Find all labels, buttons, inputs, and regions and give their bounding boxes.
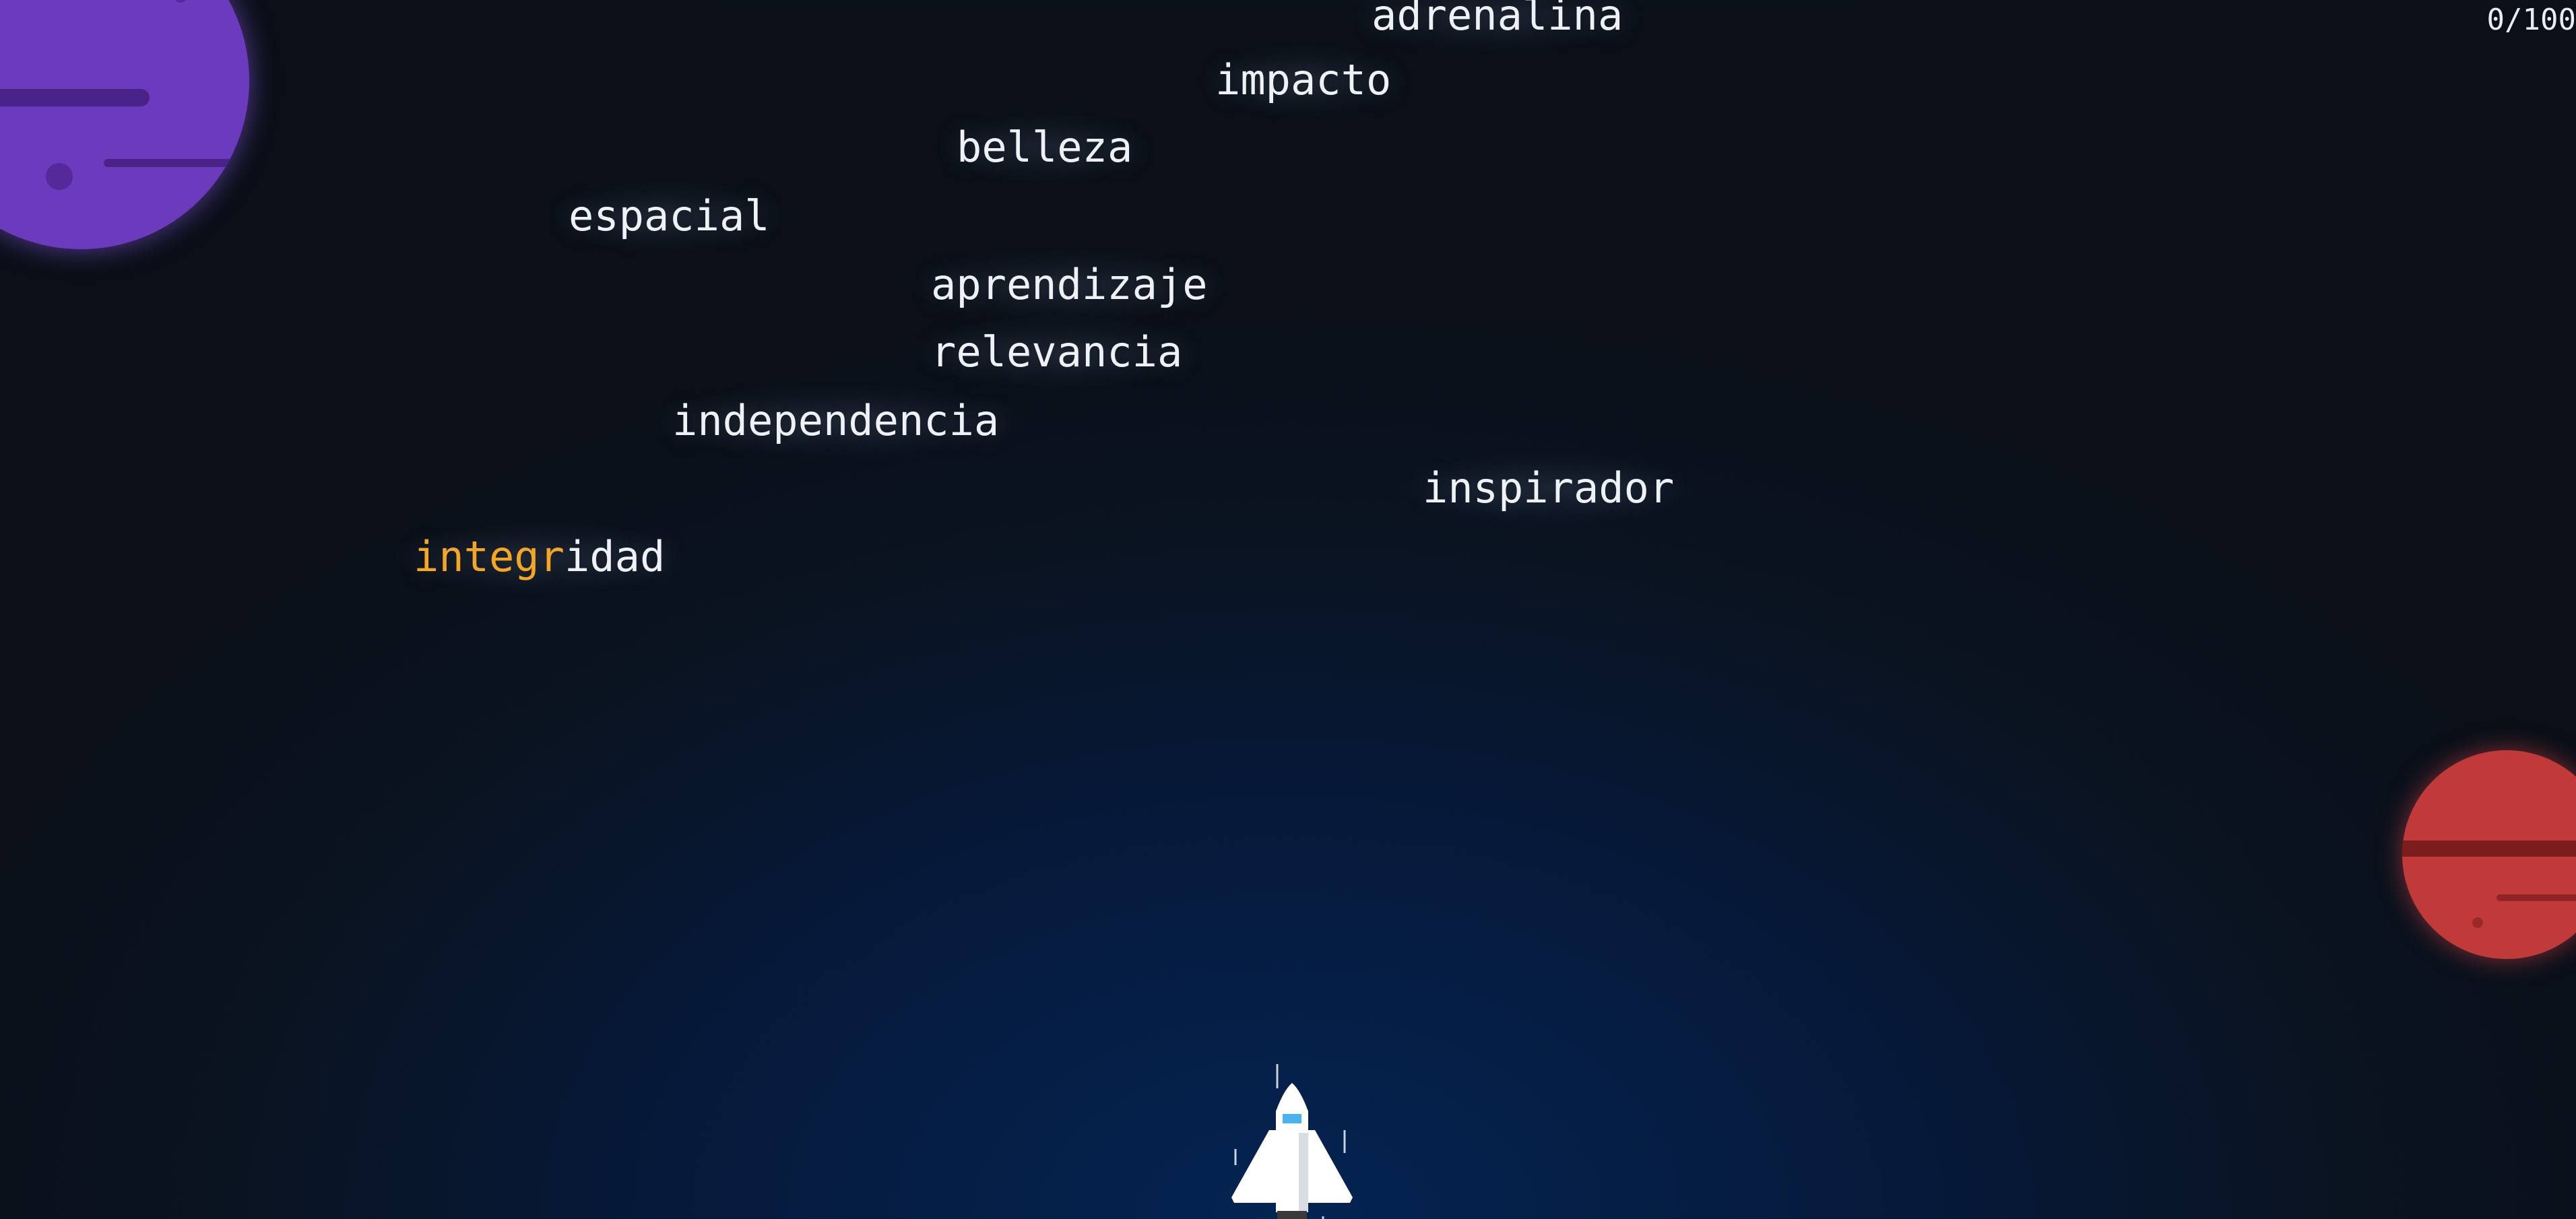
purple-planet-icon [0, 0, 249, 249]
remaining-letters: independencia [672, 396, 1000, 445]
remaining-letters: relevancia [931, 327, 1183, 376]
falling-word: independencia [639, 383, 1033, 459]
planet-crater [46, 163, 73, 190]
falling-word: impacto [1197, 42, 1409, 118]
red-planet-icon [2402, 750, 2576, 959]
remaining-letters: belleza [957, 123, 1133, 172]
remaining-letters: adrenalina [1372, 0, 1623, 40]
planet-stripe [104, 159, 238, 167]
remaining-letters: espacial [569, 191, 770, 240]
typed-letters: integr [414, 532, 565, 581]
planet-crater [2472, 917, 2483, 928]
planet-stripe [2497, 894, 2576, 901]
remaining-letters: idad [564, 532, 666, 581]
falling-word: inspirador [1397, 451, 1700, 526]
planet-crater [174, 0, 187, 3]
planet-stripe [0, 89, 150, 106]
progress-counter: 0/100 [2486, 3, 2576, 37]
falling-word: adrenalina [1346, 0, 1648, 53]
falling-word: relevancia [905, 315, 1208, 390]
falling-word: espacial [548, 178, 790, 254]
remaining-letters: aprendizaje [931, 260, 1208, 309]
target-word: integridad [388, 519, 690, 595]
planet-stripe [2402, 841, 2576, 857]
falling-word: belleza [938, 110, 1151, 185]
falling-word: aprendizaje [903, 247, 1235, 323]
spaceship-icon [1218, 1057, 1366, 1219]
remaining-letters: inspirador [1423, 463, 1675, 513]
remaining-letters: impacto [1215, 55, 1392, 104]
